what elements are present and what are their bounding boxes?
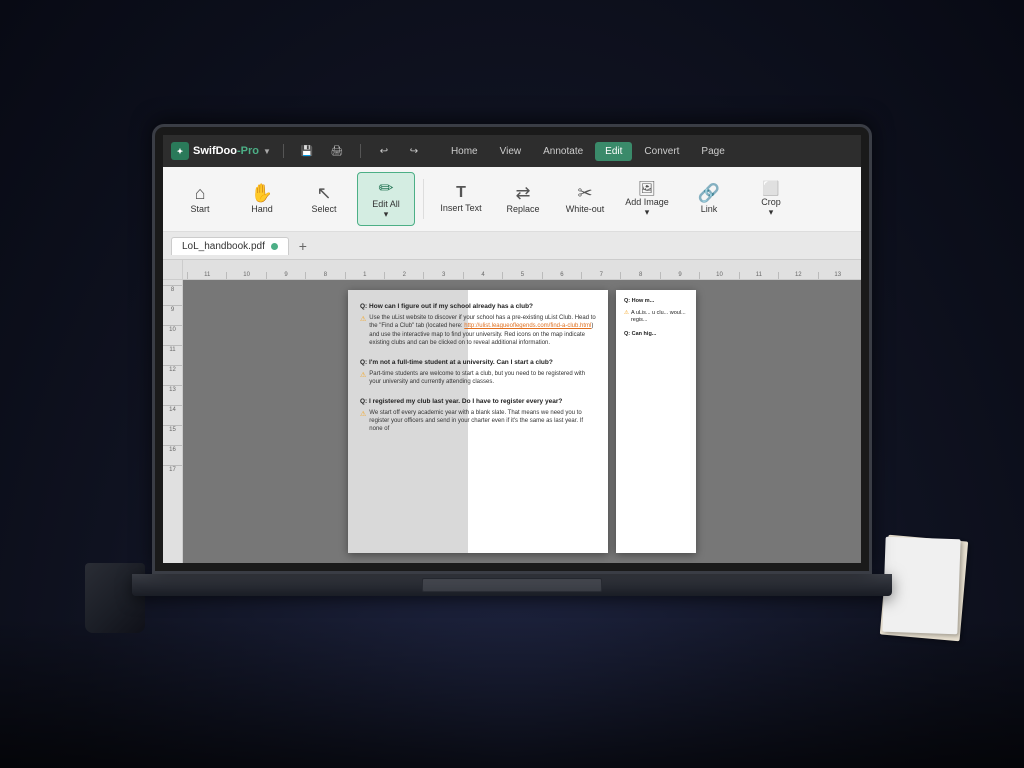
- tab-home[interactable]: Home: [441, 142, 488, 161]
- tool-select-label: Select: [311, 205, 336, 215]
- tab-status-dot: [271, 243, 278, 250]
- app-window: ✦ SwifDoo-Pro ▼ 💾 🖨 ↩ ↪ Home View: [163, 135, 861, 563]
- pdf-main: 8 9 10 11 12 13 14 15 16 17: [163, 280, 861, 563]
- qa-question-1: Q: How can I figure out if my school alr…: [360, 302, 596, 311]
- club-link[interactable]: http://ulist.leagueoflegends.com/find-a-…: [464, 323, 591, 329]
- pdf-page-content: Q: How can I figure out if my school alr…: [360, 302, 596, 434]
- qa-block-3: Q: I registered my club last year. Do I …: [360, 397, 596, 434]
- tool-edit-all-label: Edit All▾: [372, 200, 400, 220]
- qa-block-2: Q: I'm not a full-time student at a univ…: [360, 358, 596, 387]
- toolbar-sep-1: [423, 179, 424, 219]
- start-icon: ⌂: [195, 184, 206, 202]
- qa-answer-1: ⚠ Use the uList website to discover if y…: [360, 314, 596, 348]
- tool-select[interactable]: ↖ Select: [295, 172, 353, 226]
- ruler-horizontal: 11 10 9 8 1 2 3 4 5 6: [183, 260, 861, 280]
- logo-icon: ✦: [171, 142, 189, 160]
- p2-q2: Q: Can hig...: [624, 331, 688, 339]
- tool-add-image[interactable]: 🖼 Add Image▾: [618, 172, 676, 226]
- undo-button[interactable]: ↩: [373, 140, 395, 162]
- ruler-v-marks: 8 9 10 11 12 13 14 15 16 17: [163, 280, 182, 485]
- qa-question-3: Q: I registered my club last year. Do I …: [360, 397, 596, 406]
- file-tab[interactable]: LoL_handbook.pdf: [171, 237, 289, 255]
- p2-warn-1: ⚠: [624, 310, 629, 325]
- ruler-corner: [163, 260, 183, 280]
- tab-page[interactable]: Page: [691, 142, 734, 161]
- tool-insert-text-label: Insert Text: [440, 204, 481, 214]
- qa-answer-3: ⚠ We start off every academic year with …: [360, 409, 596, 434]
- replace-icon: ⇄: [515, 184, 530, 202]
- insert-text-icon: T: [456, 185, 466, 201]
- qa-block-1: Q: How can I figure out if my school alr…: [360, 302, 596, 348]
- warning-icon-3: ⚠: [360, 410, 366, 434]
- tab-bar: LoL_handbook.pdf +: [163, 232, 861, 260]
- tab-view[interactable]: View: [490, 142, 532, 161]
- tab-convert[interactable]: Convert: [634, 142, 689, 161]
- qa-answer-2: ⚠ Part-time students are welcome to star…: [360, 370, 596, 387]
- tool-hand[interactable]: ✋ Hand: [233, 172, 291, 226]
- titlebar-separator-1: [283, 144, 284, 158]
- save-button[interactable]: 💾: [296, 140, 318, 162]
- file-tab-name: LoL_handbook.pdf: [182, 241, 265, 252]
- print-button[interactable]: 🖨: [326, 140, 348, 162]
- ruler-h-marks: 11 10 9 8 1 2 3 4 5 6: [187, 272, 857, 279]
- title-bar: ✦ SwifDoo-Pro ▼ 💾 🖨 ↩ ↪ Home View: [163, 135, 861, 167]
- pdf-page-2: Q: How m... ⚠ A uLis... u clu... woul...…: [616, 290, 696, 553]
- app-name: SwifDoo-Pro: [193, 145, 259, 157]
- tool-crop-label: Crop▾: [761, 198, 781, 218]
- tab-annotate[interactable]: Annotate: [533, 142, 593, 161]
- warning-icon-2: ⚠: [360, 371, 366, 387]
- tool-start-label: Start: [190, 205, 209, 215]
- tool-hand-label: Hand: [251, 205, 273, 215]
- crop-icon: ⬜: [762, 181, 779, 195]
- pdf-page-2-content: Q: How m... ⚠ A uLis... u clu... woul...…: [624, 298, 688, 339]
- content-area: 11 10 9 8 1 2 3 4 5 6: [163, 260, 861, 563]
- laptop: ✦ SwifDoo-Pro ▼ 💾 🖨 ↩ ↪ Home View: [122, 124, 902, 644]
- titlebar-separator-2: [360, 144, 361, 158]
- rulers-row: 11 10 9 8 1 2 3 4 5 6: [163, 260, 861, 280]
- tool-edit-all[interactable]: ✏ Edit All▾: [357, 172, 415, 226]
- tool-start[interactable]: ⌂ Start: [171, 172, 229, 226]
- pdf-page-1: Q: How can I figure out if my school alr…: [348, 290, 608, 553]
- screen-bezel: ✦ SwifDoo-Pro ▼ 💾 🖨 ↩ ↪ Home View: [155, 127, 869, 571]
- tool-replace[interactable]: ⇄ Replace: [494, 172, 552, 226]
- add-tab-button[interactable]: +: [293, 236, 313, 256]
- tool-white-out-label: White-out: [566, 205, 605, 215]
- redo-button[interactable]: ↪: [403, 140, 425, 162]
- qa-question-2: Q: I'm not a full-time student at a univ…: [360, 358, 596, 367]
- qa-answer-text-3: We start off every academic year with a …: [369, 409, 596, 434]
- app-dropdown-arrow[interactable]: ▼: [263, 147, 271, 156]
- tab-edit[interactable]: Edit: [595, 142, 632, 161]
- tool-insert-text[interactable]: T Insert Text: [432, 172, 490, 226]
- screen-lid: ✦ SwifDoo-Pro ▼ 💾 🖨 ↩ ↪ Home View: [152, 124, 872, 574]
- tool-link[interactable]: 🔗 Link: [680, 172, 738, 226]
- tool-add-image-label: Add Image▾: [625, 198, 669, 218]
- link-icon: 🔗: [698, 184, 720, 202]
- laptop-base: [132, 574, 892, 596]
- tool-replace-label: Replace: [506, 205, 539, 215]
- nav-tabs: Home View Annotate Edit Convert Page: [441, 142, 735, 161]
- pdf-scroll-area[interactable]: Q: How can I figure out if my school alr…: [183, 280, 861, 563]
- p2-a1: ⚠ A uLis... u clu... woul... regis...: [624, 310, 688, 325]
- ruler-vertical: 8 9 10 11 12 13 14 15 16 17: [163, 280, 183, 563]
- white-out-icon: ✂: [577, 184, 592, 202]
- pdf-area: 11 10 9 8 1 2 3 4 5 6: [163, 260, 861, 563]
- add-image-icon: 🖼: [638, 181, 656, 195]
- select-icon: ↖: [316, 184, 331, 202]
- trackpad[interactable]: [422, 578, 602, 592]
- tool-white-out[interactable]: ✂ White-out: [556, 172, 614, 226]
- warning-icon-1: ⚠: [360, 315, 366, 348]
- app-logo: ✦ SwifDoo-Pro ▼: [171, 142, 271, 160]
- toolbar: ⌂ Start ✋ Hand ↖ Select ✏ Edit All▾: [163, 167, 861, 232]
- hand-icon: ✋: [251, 184, 273, 202]
- p2-q1: Q: How m...: [624, 298, 688, 306]
- edit-all-icon: ✏: [378, 179, 393, 197]
- qa-answer-text-1: Use the uList website to discover if you…: [369, 314, 596, 348]
- qa-answer-text-2: Part-time students are welcome to start …: [369, 370, 596, 387]
- tool-crop[interactable]: ⬜ Crop▾: [742, 172, 800, 226]
- tool-link-label: Link: [701, 205, 718, 215]
